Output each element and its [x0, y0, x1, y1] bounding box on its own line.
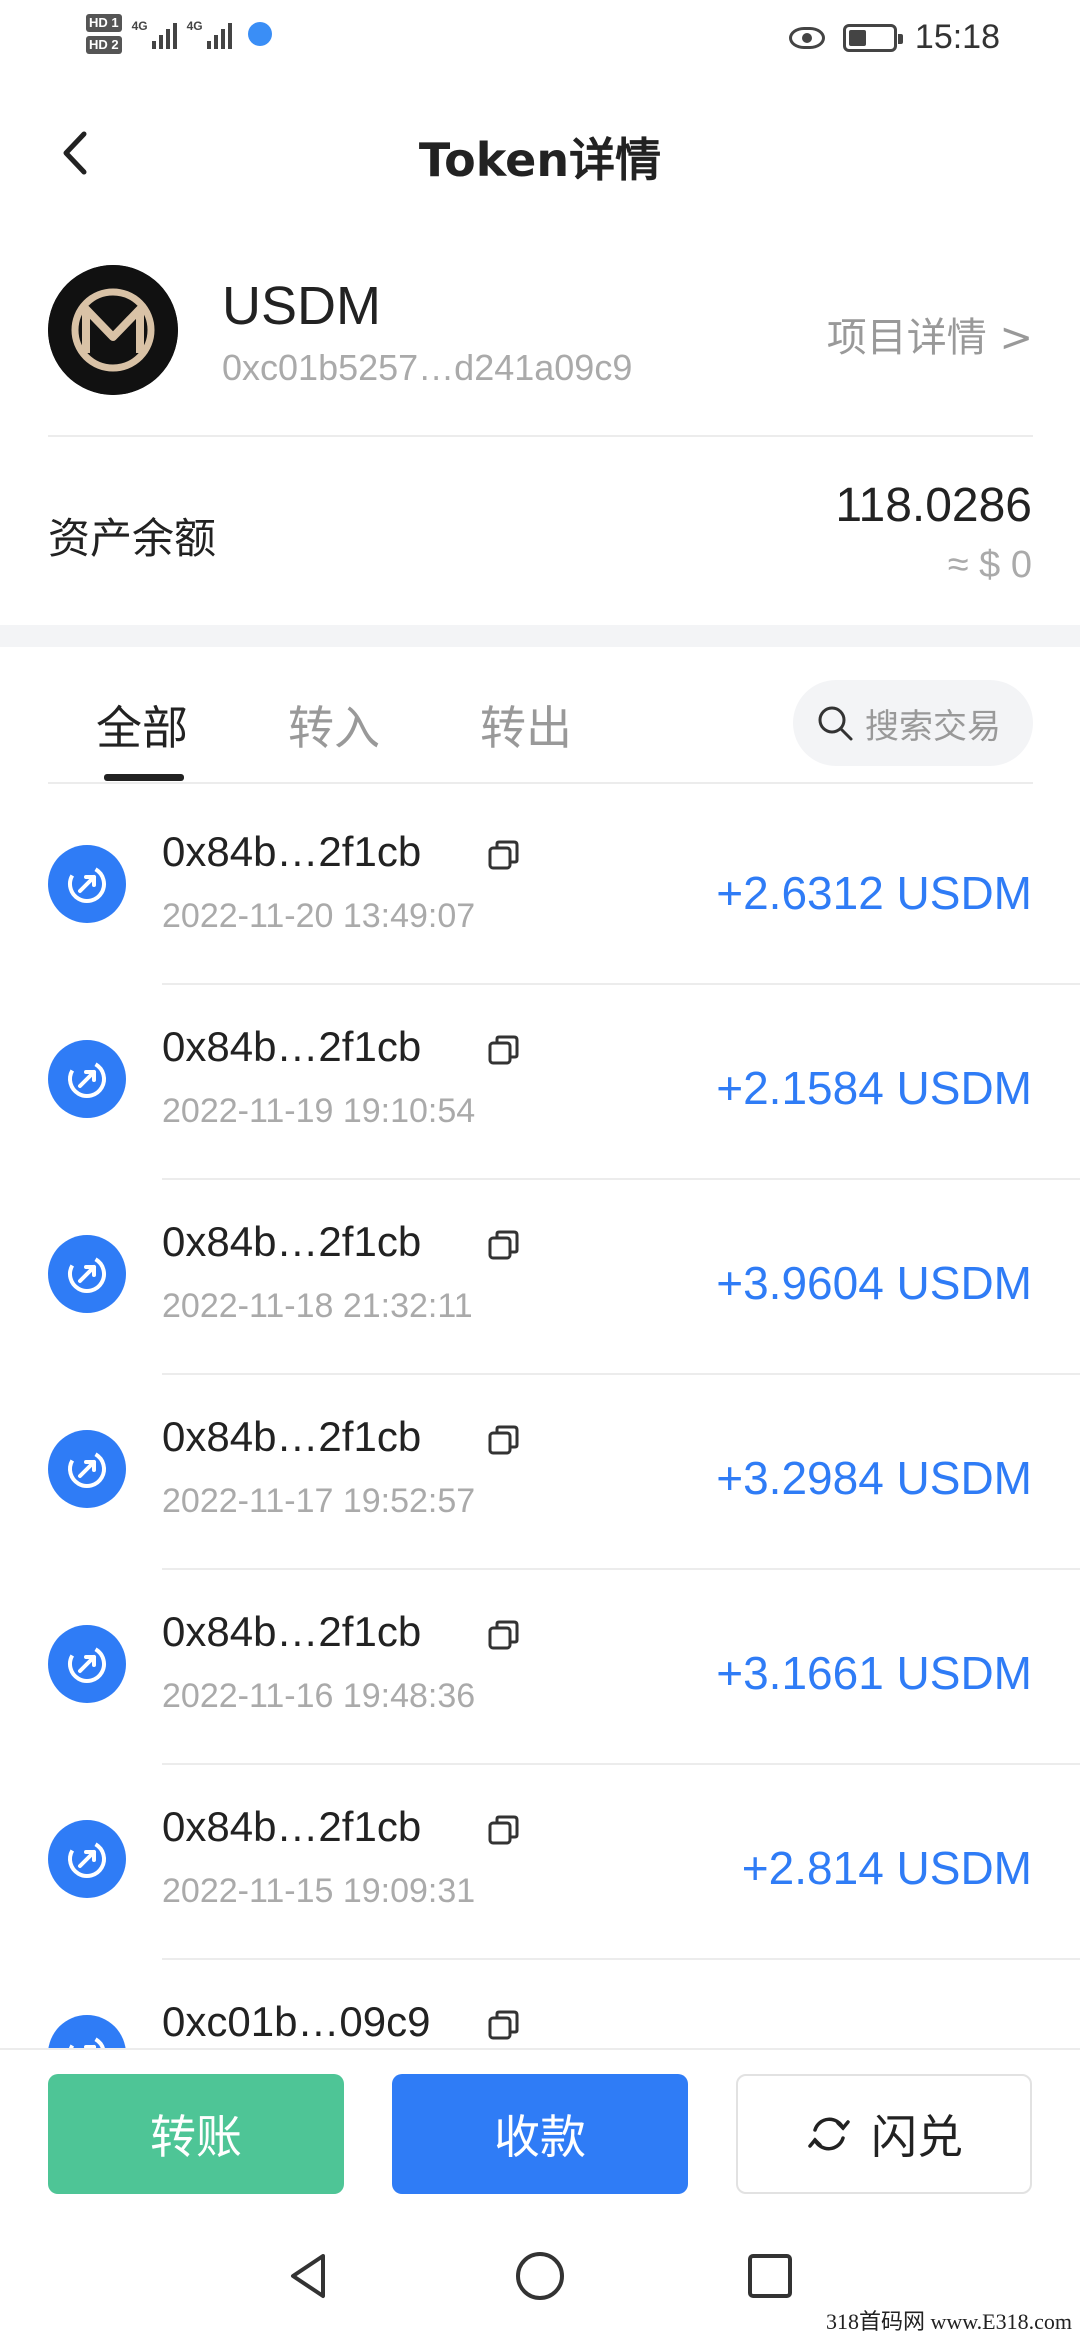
- transaction-row[interactable]: 0x84b…2f1cb 2022-11-16 19:48:36 +3.1661 US…: [0, 1570, 1080, 1765]
- status-time: 15:18: [914, 18, 1000, 56]
- active-tab-indicator: [104, 774, 184, 781]
- nav-recents-button[interactable]: [742, 2248, 798, 2304]
- signal-icon: 4G: [132, 19, 177, 49]
- copy-icon[interactable]: [486, 1228, 522, 1264]
- balance-value: 118.0286: [835, 479, 1032, 532]
- hd-badges: HD 1 HD 2: [86, 14, 122, 54]
- globe-icon: [247, 22, 272, 46]
- network-type-1: 4G: [131, 19, 148, 33]
- swap-icon: [808, 2117, 850, 2151]
- transaction-amount: +3.1661 USDM: [716, 1647, 1032, 1699]
- token-logo: [48, 265, 178, 395]
- swap-button[interactable]: 闪兑: [736, 2074, 1032, 2194]
- header: Token详情: [0, 100, 1080, 210]
- transaction-time: 2022-11-17 19:52:57: [162, 1482, 476, 1520]
- transaction-type-icon: [48, 1040, 126, 1118]
- token-address[interactable]: 0xc01b5257…d241a09c9: [222, 347, 632, 389]
- balance-usd-value: ≈ $ 0: [947, 544, 1032, 586]
- status-left: HD 1 HD 2 4G 4G: [86, 14, 272, 54]
- tab-in[interactable]: 转入: [288, 692, 380, 758]
- tab-bar: 全部 转入 转出 搜索交易: [48, 680, 1033, 784]
- transfer-button[interactable]: 转账: [48, 2074, 344, 2194]
- transaction-hash: 0x84b…2f1cb: [162, 1023, 422, 1070]
- network-type-2: 4G: [186, 19, 203, 33]
- transaction-time: 2022-11-19 19:10:54: [162, 1092, 476, 1130]
- circle-home-icon: [516, 2252, 564, 2300]
- transaction-amount: +3.9604 USDM: [716, 1257, 1032, 1309]
- transaction-type-icon: [48, 2015, 126, 2050]
- battery-icon: [842, 23, 903, 52]
- transaction-hash: 0x84b…2f1cb: [162, 828, 422, 875]
- token-info: USDM 0xc01b5257…d241a09c9 项目详情 >: [48, 265, 1033, 395]
- section-divider: [0, 625, 1080, 647]
- nav-home-button[interactable]: [512, 2248, 568, 2304]
- token-name: USDM: [222, 276, 381, 336]
- transaction-hash: 0xc01b…09c9: [162, 1998, 431, 2045]
- hd-badge-2: HD 2: [86, 36, 122, 54]
- signal-icon: 4G: [187, 19, 232, 49]
- page-title: Token详情: [418, 133, 662, 187]
- transaction-type-icon: [48, 1430, 126, 1508]
- transaction-amount: +3.2984 USDM: [716, 1452, 1032, 1504]
- transaction-amount: +2.814 USDM: [741, 1842, 1032, 1894]
- divider: [48, 435, 1033, 437]
- transaction-type-icon: [48, 1820, 126, 1898]
- transaction-time: 2022-11-20 13:49:07: [162, 897, 476, 935]
- transaction-type-icon: [48, 845, 126, 923]
- transaction-type-icon: [48, 1625, 126, 1703]
- watermark: 318首码网 www.E318.com: [825, 2304, 1072, 2336]
- nav-back-button[interactable]: [281, 2248, 337, 2304]
- square-recents-icon: [748, 2254, 792, 2298]
- copy-icon[interactable]: [486, 1618, 522, 1654]
- eye-icon: [788, 26, 825, 49]
- transaction-row[interactable]: 0x84b…2f1cb 2022-11-20 13:49:07 +2.6312 US…: [0, 790, 1080, 985]
- status-bar: HD 1 HD 2 4G 4G 15:18: [0, 0, 1080, 80]
- transaction-time: 2022-11-15 19:09:31: [162, 1872, 476, 1910]
- search-icon: [818, 706, 853, 741]
- tab-out[interactable]: 转出: [480, 692, 572, 758]
- system-nav-bar: 318首码网 www.E318.com: [0, 2218, 1080, 2340]
- triangle-back-icon: [291, 2254, 325, 2298]
- transaction-type-icon: [48, 1235, 126, 1313]
- copy-icon[interactable]: [486, 1813, 522, 1849]
- transaction-row[interactable]: 0xc01b…09c9: [0, 1960, 1080, 2050]
- transaction-list: 0x84b…2f1cb 2022-11-20 13:49:07 +2.6312 US…: [0, 790, 1080, 2050]
- tab-all[interactable]: 全部: [96, 692, 188, 758]
- transaction-row[interactable]: 0x84b…2f1cb 2022-11-18 21:32:11 +3.9604 US…: [0, 1180, 1080, 1375]
- project-details-link[interactable]: 项目详情 >: [827, 305, 1033, 363]
- hd-badge-1: HD 1: [86, 14, 122, 32]
- search-transactions-input[interactable]: 搜索交易: [793, 680, 1033, 766]
- receive-button[interactable]: 收款: [392, 2074, 688, 2194]
- copy-icon[interactable]: [486, 838, 522, 874]
- transaction-amount: +2.6312 USDM: [716, 867, 1032, 919]
- transaction-hash: 0x84b…2f1cb: [162, 1413, 422, 1460]
- status-right: 15:18: [788, 18, 1000, 57]
- transaction-time: 2022-11-18 21:32:11: [162, 1287, 473, 1325]
- swap-button-label: 闪兑: [871, 2110, 963, 2164]
- transaction-time: 2022-11-16 19:48:36: [162, 1677, 476, 1715]
- copy-icon[interactable]: [486, 1033, 522, 1069]
- search-placeholder: 搜索交易: [865, 706, 1001, 747]
- token-logo-icon: [48, 265, 178, 395]
- transaction-hash: 0x84b…2f1cb: [162, 1218, 422, 1265]
- action-bar: 转账 收款 闪兑: [0, 2048, 1080, 2218]
- copy-icon[interactable]: [486, 1423, 522, 1459]
- transaction-amount: +2.1584 USDM: [716, 1062, 1032, 1114]
- transaction-hash: 0x84b…2f1cb: [162, 1608, 422, 1655]
- balance-label: 资产余额: [48, 514, 217, 563]
- transaction-row[interactable]: 0x84b…2f1cb 2022-11-19 19:10:54 +2.1584 US…: [0, 985, 1080, 1180]
- transaction-row[interactable]: 0x84b…2f1cb 2022-11-17 19:52:57 +3.2984 US…: [0, 1375, 1080, 1570]
- copy-icon[interactable]: [486, 2008, 522, 2044]
- transaction-row[interactable]: 0x84b…2f1cb 2022-11-15 19:09:31 +2.814 USD…: [0, 1765, 1080, 1960]
- transaction-hash: 0x84b…2f1cb: [162, 1803, 422, 1850]
